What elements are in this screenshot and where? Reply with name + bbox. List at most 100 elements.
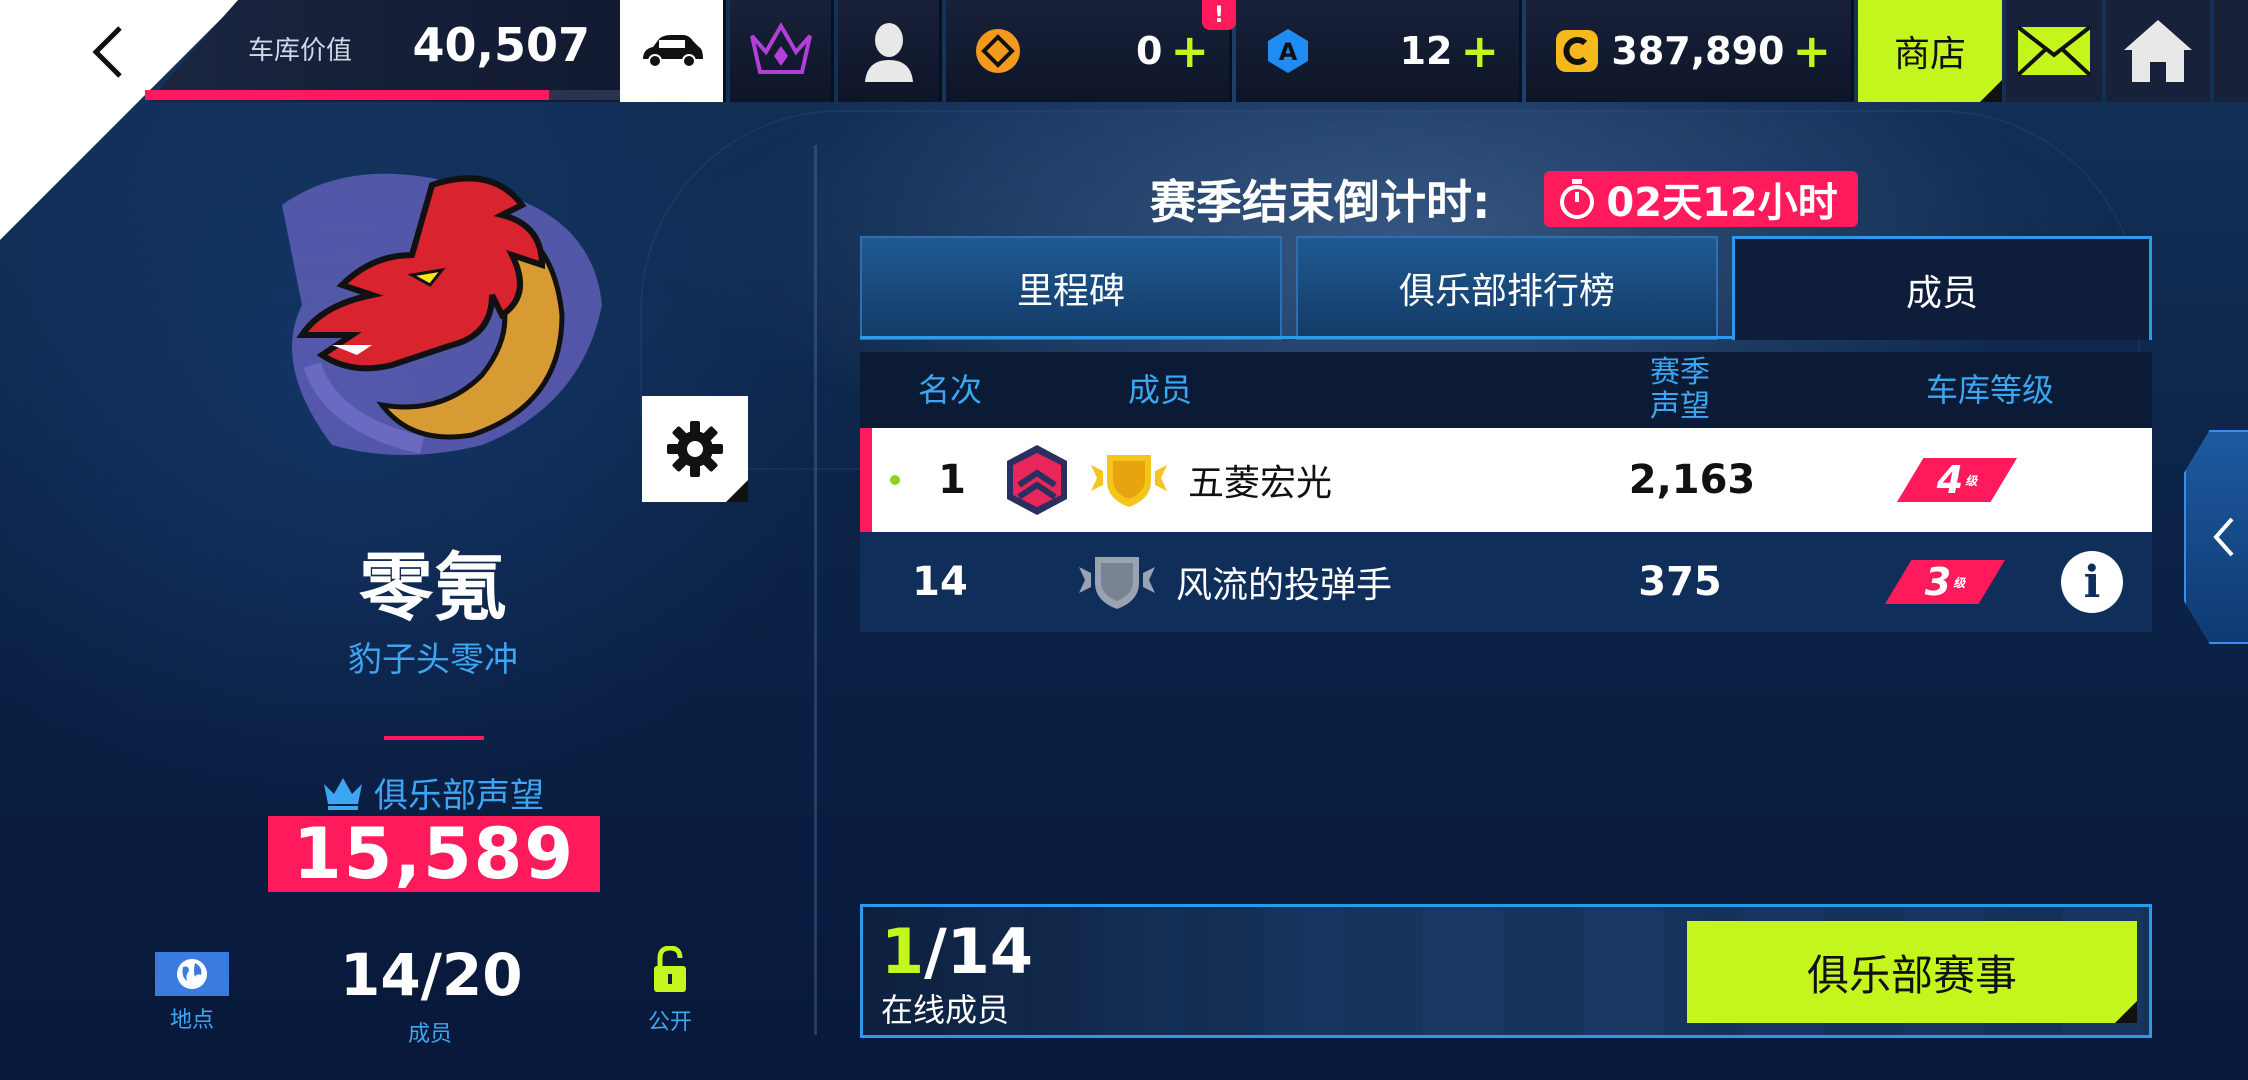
online-current: 1	[881, 915, 925, 988]
credits-icon	[1556, 30, 1598, 72]
crown-icon	[749, 22, 812, 74]
shop-button[interactable]: 商店	[1858, 0, 2002, 102]
shop-label: 商店	[1893, 34, 1966, 75]
stopwatch-icon	[1560, 179, 1595, 219]
garage-level-tag: 4级	[1897, 458, 2017, 502]
token-resource[interactable]: 0 +	[946, 0, 1232, 102]
globe-icon	[177, 959, 207, 989]
back-icon	[92, 26, 122, 78]
club-name: 零氪	[359, 545, 507, 631]
privacy-label: 公开	[647, 1010, 692, 1035]
panel-divider	[814, 145, 817, 1035]
countdown-badge: 02天12小时	[1544, 171, 1858, 227]
garage-level-suffix: 级	[1953, 575, 1966, 590]
header-garage-level: 车库等级	[1925, 371, 2054, 409]
garage-level-tag: 3级	[1885, 560, 2005, 604]
blueprint-value: 12	[1399, 29, 1453, 73]
profile-button[interactable]	[838, 0, 942, 102]
table-row[interactable]: 1 五菱宏光 2,163 4级	[860, 428, 2152, 532]
token-value: 0	[1136, 29, 1163, 73]
tabs-underline	[860, 336, 1732, 339]
top-bar: 车库价值 40,507 0 + ! A 12 + 387,890 + 商店	[0, 0, 2248, 240]
club-reputation-text: 俱乐部声望	[374, 776, 544, 816]
chevron-rank-icon	[1007, 445, 1067, 515]
token-icon	[976, 29, 1020, 73]
club-tabs: 里程碑 俱乐部排行榜 成员	[860, 236, 2152, 340]
mail-button[interactable]	[2006, 0, 2102, 102]
silver-shield-icon	[1079, 557, 1155, 609]
garage-value-label: 车库价值	[248, 36, 353, 66]
member-rank: 14	[912, 559, 968, 605]
club-subtitle: 豹子头零冲	[348, 640, 518, 680]
member-garage-level: 4级	[1892, 428, 2022, 532]
club-reputation-label: 俱乐部声望	[250, 768, 616, 817]
garage-button[interactable]	[620, 0, 726, 102]
member-season-rep: 375	[1638, 559, 1722, 605]
members-table: 名次 成员 赛季 声望 车库等级 1 五菱宏光 2,163 4 级 14 风流的…	[860, 352, 2152, 632]
crown-icon	[324, 777, 362, 810]
club-logo	[262, 145, 622, 475]
separator	[384, 736, 484, 740]
online-members-label: 在线成员	[881, 991, 1010, 1029]
privacy-stat: 公开	[630, 940, 710, 1036]
blueprint-resource[interactable]: A 12 +	[1236, 0, 1522, 102]
car-icon	[642, 35, 703, 68]
credits-resource[interactable]: 387,890 +	[1526, 0, 1854, 102]
garage-value: 40,507	[412, 18, 590, 72]
season-countdown: 赛季结束倒计时: 02天12小时	[1150, 166, 1858, 232]
header-season-rep-line2: 声望	[1650, 389, 1710, 424]
countdown-label: 赛季结束倒计时:	[1150, 175, 1491, 229]
legend-pass-button[interactable]	[730, 0, 834, 102]
garage-level-value: 4	[1936, 458, 1964, 502]
header-member: 成员	[1127, 371, 1192, 409]
blueprint-icon: A	[1268, 29, 1308, 73]
location-label: 地点	[169, 1008, 214, 1033]
members-label: 成员	[407, 1022, 452, 1047]
table-header: 名次 成员 赛季 声望 车库等级	[860, 352, 2152, 428]
location-stat[interactable]: 地点	[150, 940, 234, 1034]
dragon-emblem-icon	[282, 173, 602, 455]
member-rank: 1	[938, 457, 966, 503]
back-button[interactable]	[78, 22, 138, 82]
svg-text:A: A	[1279, 38, 1298, 66]
header-season-rep-line1: 赛季	[1650, 355, 1710, 390]
header-season-rep: 赛季 声望	[1580, 352, 1780, 428]
member-role	[1074, 532, 1160, 632]
online-indicator	[890, 475, 900, 485]
topbar-end	[2214, 0, 2248, 102]
club-events-button[interactable]: 俱乐部赛事	[1687, 921, 2137, 1023]
member-role	[1086, 428, 1172, 532]
side-panel-toggle[interactable]	[2184, 430, 2248, 644]
member-name: 五菱宏光	[1188, 463, 1333, 504]
tab-members[interactable]: 成员	[1732, 236, 2152, 340]
club-settings-button[interactable]	[642, 396, 748, 502]
members-stat: 14/20 成员	[340, 940, 523, 1048]
notification-badge: !	[1202, 0, 1236, 30]
mail-icon	[2016, 25, 2092, 77]
info-icon: i	[2061, 551, 2123, 613]
gear-icon	[667, 421, 723, 477]
online-members-panel: 1 /14 在线成员 俱乐部赛事	[860, 904, 2152, 1038]
rank-badge	[1002, 428, 1072, 532]
online-count: 1 /14	[881, 919, 1033, 985]
garage-progress-fill	[145, 90, 549, 100]
avatar-icon	[864, 23, 913, 82]
table-row[interactable]: 14 风流的投弹手 375 3级 i	[860, 532, 2152, 632]
home-button[interactable]	[2106, 0, 2210, 102]
unlock-icon	[654, 945, 686, 992]
member-garage-level: 3级	[1880, 532, 2010, 632]
club-events-label: 俱乐部赛事	[1806, 950, 2017, 1000]
member-info-button[interactable]: i	[2060, 532, 2124, 632]
location-flag	[155, 952, 229, 996]
credits-value: 387,890	[1611, 29, 1785, 73]
garage-level-suffix: 级	[1965, 473, 1978, 488]
gold-shield-icon	[1091, 455, 1167, 507]
online-total: /14	[924, 915, 1034, 988]
add-credits-icon[interactable]: +	[1792, 28, 1831, 74]
garage-level-value: 3	[1924, 560, 1952, 604]
add-token-icon[interactable]: +	[1170, 28, 1209, 74]
tab-club-leaderboard[interactable]: 俱乐部排行榜	[1296, 236, 1718, 340]
tab-milestones[interactable]: 里程碑	[860, 236, 1282, 340]
home-icon	[2124, 20, 2192, 82]
add-blueprint-icon[interactable]: +	[1460, 28, 1499, 74]
